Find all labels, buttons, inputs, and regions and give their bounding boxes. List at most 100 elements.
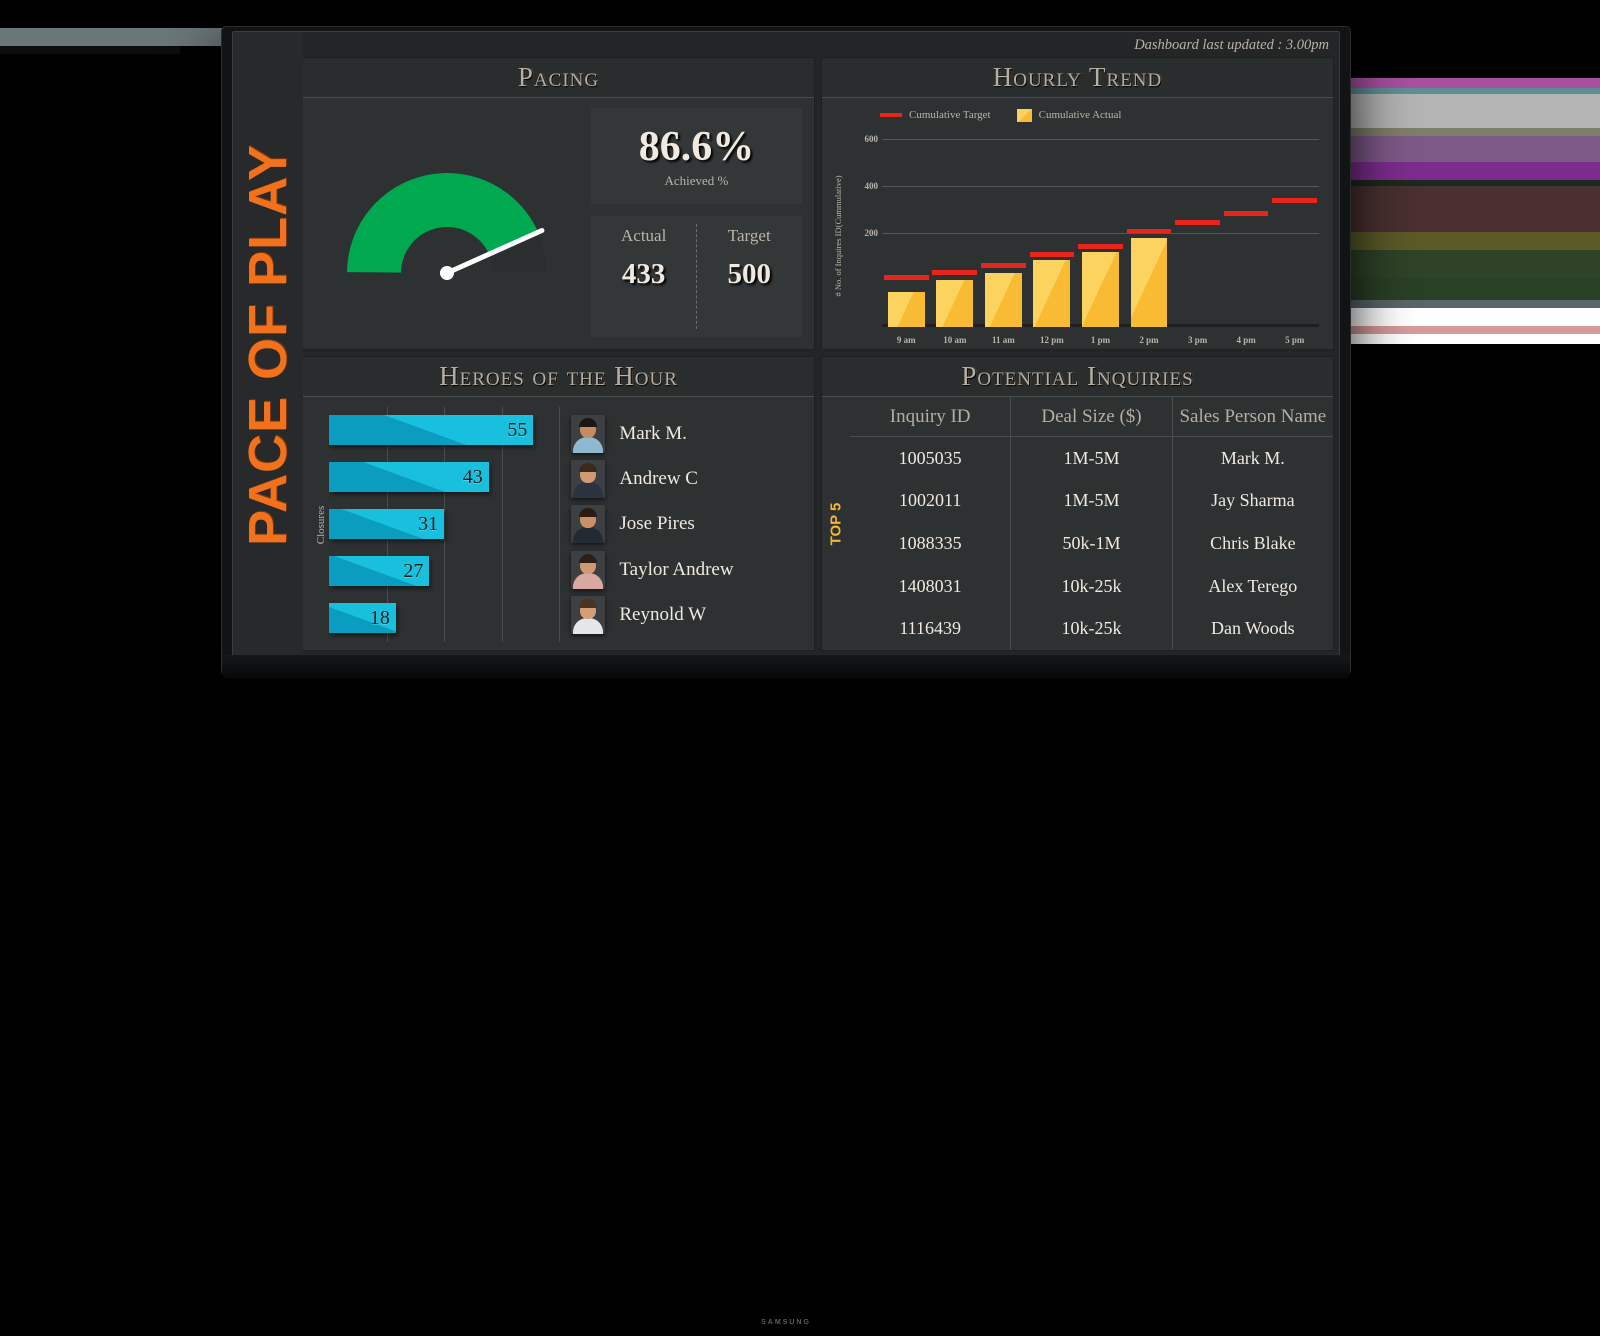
trend-y-axis-label: # No. of Inquires ID(Cummulative) — [833, 174, 843, 297]
table-row[interactable]: 1088335 50k-1M Chris Blake — [850, 522, 1333, 565]
panel-pacing-header: Pacing — [303, 58, 814, 98]
trend-x-tick: 5 pm — [1285, 335, 1305, 345]
table-cell: 10k-25k — [1011, 607, 1173, 650]
dashboard: PACE OF PLAY Dashboard last updated : 3.… — [233, 32, 1339, 658]
trend-category-slot — [1028, 126, 1077, 327]
samsung-logo: SAMSUNG — [761, 1319, 811, 1326]
trend-category-slot — [1173, 126, 1222, 327]
table-cell: 1005035 — [850, 437, 1012, 480]
table-cell: 1116439 — [850, 607, 1012, 650]
background-band — [1340, 308, 1600, 326]
trend-target-marker — [883, 275, 929, 281]
background-band — [1340, 250, 1600, 278]
table-cell: 1002011 — [850, 479, 1012, 523]
top5-label: TOP 5 — [827, 502, 845, 545]
avatar — [571, 414, 606, 453]
heroes-bar-value: 27 — [403, 559, 424, 582]
trend-category-slot — [931, 126, 980, 327]
trend-bar — [887, 291, 925, 327]
table-cell: Chris Blake — [1210, 532, 1296, 553]
table-cell: 1088335 — [850, 522, 1012, 565]
trend-x-tick: 4 pm — [1236, 335, 1256, 345]
trend-y-tick: 200 — [864, 228, 879, 239]
panel-heroes: Heroes of the Hour Closures 55 43 31 27 18 M… — [303, 357, 814, 650]
panel-inquiries: Potential Inquiries TOP 5 Inquiry ID Deal… — [822, 357, 1333, 650]
hero-person-row: Jose Pires — [571, 505, 806, 544]
trend-category-slot — [882, 126, 931, 327]
legend-line-icon — [880, 113, 902, 117]
trend-category-slot — [1076, 126, 1125, 327]
table-cell: 50k-1M — [1011, 522, 1173, 565]
trend-legend-label: Cumulative Target — [909, 109, 991, 121]
panel-inquiries-title: Potential Inquiries — [961, 361, 1194, 391]
trend-category-slot — [1270, 126, 1319, 327]
last-updated-text: Dashboard last updated : 3.00pm — [1134, 36, 1329, 53]
heroes-axis-label: Closures — [315, 505, 327, 544]
panel-hourly-trend: Hourly Trend Cumulative Target Cumulative… — [822, 58, 1333, 349]
table-row[interactable]: 1116439 10k-25k Dan Woods — [850, 607, 1333, 650]
background-band — [1340, 186, 1600, 232]
heroes-bar-value: 31 — [418, 512, 439, 535]
trend-gridline — [882, 186, 1319, 188]
hero-person-name: Andrew C — [619, 468, 698, 490]
table-row[interactable]: 1002011 1M-5M Jay Sharma — [850, 479, 1333, 523]
background-band — [1340, 136, 1600, 162]
hero-person-row: Andrew C — [571, 460, 806, 499]
table-row[interactable]: 1005035 1M-5M Mark M. — [850, 437, 1333, 480]
trend-gridline — [882, 139, 1319, 141]
background-band — [1340, 94, 1600, 128]
target-cell: Target 500 — [696, 216, 802, 337]
heroes-chart: Closures 55 43 31 27 18 — [313, 407, 561, 642]
trend-category-slot — [1222, 126, 1271, 327]
heroes-bar-row: 43 — [329, 462, 559, 492]
trend-target-marker — [1029, 252, 1075, 258]
hero-person-name: Reynold W — [619, 604, 707, 626]
table-row[interactable]: 1408031 10k-25k Alex Terego — [850, 564, 1333, 608]
avatar-hair — [579, 463, 598, 473]
panel-grid: Pacing 86.6% Achieved % Actual 433 Targe… — [303, 58, 1333, 650]
avatar — [571, 460, 606, 499]
avatar — [571, 596, 606, 635]
heroes-bar-value: 55 — [507, 418, 528, 441]
trend-x-tick: 9 am — [896, 335, 916, 345]
trend-legend-item: Cumulative Actual — [1016, 108, 1122, 122]
dashboard-title-rail: PACE OF PLAY — [233, 32, 303, 658]
hero-person-name: Mark M. — [619, 422, 687, 444]
table-cell: 1M-5M — [1011, 479, 1173, 523]
heroes-bars-layer: 55 43 31 27 18 — [329, 407, 561, 642]
inquiries-column-header: Inquiry ID — [850, 397, 1012, 436]
trend-x-tick: 12 pm — [1040, 335, 1064, 345]
avatar-body — [573, 572, 604, 589]
inquiries-table: Inquiry ID Deal Size ($) Sales Person Name… — [850, 397, 1333, 650]
trend-bar — [1033, 259, 1071, 327]
trend-category-slot — [1125, 126, 1174, 327]
achieved-percent-value: 86.6% — [638, 124, 755, 170]
table-cell: 1M-5M — [1011, 437, 1173, 480]
gauge-svg — [346, 172, 547, 280]
table-cell: Mark M. — [1220, 447, 1285, 468]
trend-x-tick: 3 pm — [1187, 335, 1208, 345]
actual-value: 433 — [621, 258, 666, 290]
panel-heroes-header: Heroes of the Hour — [303, 357, 814, 397]
panel-pacing-body: 86.6% Achieved % Actual 433 Target 500 — [303, 98, 814, 349]
hero-person-name: Jose Pires — [619, 513, 695, 535]
background-band — [1340, 162, 1600, 180]
trend-legend-item: Cumulative Target — [880, 109, 991, 121]
inquiries-column-header: Sales Person Name — [1179, 405, 1327, 427]
table-cell: Dan Woods — [1210, 618, 1295, 639]
trend-target-marker — [1175, 219, 1220, 225]
panel-pacing: Pacing 86.6% Achieved % Actual 433 Targe… — [303, 58, 814, 349]
trend-y-tick: 600 — [864, 134, 879, 145]
achieved-percent-label: Achieved % — [664, 173, 729, 188]
trend-category-slot — [979, 126, 1028, 327]
inquiries-column-header: Deal Size ($) — [1011, 397, 1173, 436]
target-label: Target — [727, 226, 771, 245]
trend-legend-label: Cumulative Actual — [1038, 109, 1122, 121]
heroes-bar: 27 — [329, 556, 430, 586]
actual-label: Actual — [621, 226, 667, 245]
avatar-body — [573, 527, 604, 544]
trend-x-tick: 1 pm — [1090, 335, 1111, 345]
background-band — [1340, 78, 1600, 88]
trend-target-marker — [932, 269, 978, 275]
panel-heroes-body: Closures 55 43 31 27 18 Mark M. Andrew C Jose … — [303, 397, 814, 650]
